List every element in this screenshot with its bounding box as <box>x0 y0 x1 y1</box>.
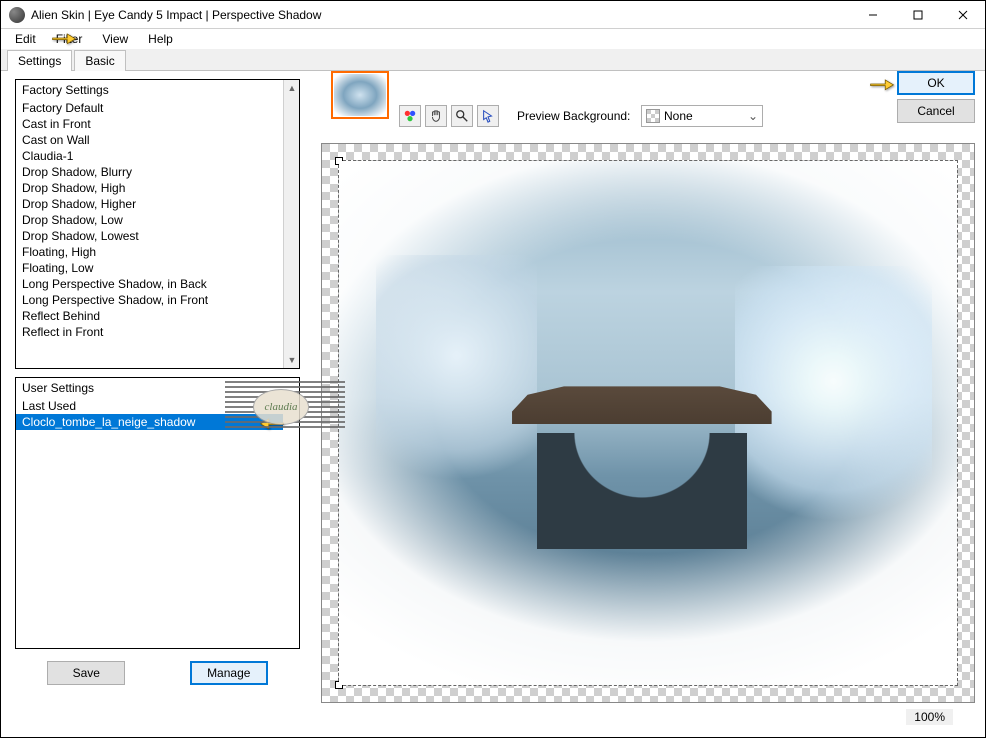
pointer-annotation-icon <box>869 75 895 93</box>
scroll-down-icon[interactable]: ▼ <box>284 352 300 368</box>
settings-pane: Factory Settings Factory Default Cast in… <box>15 79 300 685</box>
preset-buttons: Save Manage <box>15 661 300 685</box>
user-settings-list[interactable]: User Settings Last Used Cloclo_tombe_la_… <box>15 377 300 649</box>
selection-bounds[interactable] <box>338 160 958 686</box>
list-item[interactable]: Long Perspective Shadow, in Back <box>16 276 283 292</box>
app-icon <box>9 7 25 23</box>
decorative-tree-icon <box>376 255 537 507</box>
list-item[interactable]: Floating, High <box>16 244 283 260</box>
close-button[interactable] <box>940 1 985 28</box>
ok-label: OK <box>927 76 944 90</box>
chevron-down-icon: ⌄ <box>744 109 762 123</box>
scroll-up-icon[interactable]: ▲ <box>284 80 300 96</box>
decorative-arch-icon <box>537 433 747 548</box>
maximize-button[interactable] <box>895 1 940 28</box>
preview-canvas[interactable] <box>321 143 975 703</box>
list-item[interactable]: Cast on Wall <box>16 132 283 148</box>
list-item[interactable]: Long Perspective Shadow, in Front <box>16 292 283 308</box>
list-item[interactable]: Cast in Front <box>16 116 283 132</box>
list-item[interactable]: Drop Shadow, Blurry <box>16 164 283 180</box>
transparency-swatch-icon <box>646 109 660 123</box>
preview-background-label: Preview Background: <box>517 109 630 123</box>
preview-image <box>339 161 957 685</box>
selected-preset-label: Cloclo_tombe_la_neige_shadow <box>22 415 195 429</box>
list-item-selected[interactable]: Cloclo_tombe_la_neige_shadow <box>16 414 283 430</box>
cancel-button[interactable]: Cancel <box>897 99 975 123</box>
preview-pane: Preview Background: None ⌄ OK Cancel <box>321 71 975 727</box>
factory-settings-header: Factory Settings <box>16 80 283 100</box>
hand-tool[interactable] <box>425 105 447 127</box>
tab-settings[interactable]: Settings <box>7 50 72 71</box>
list-item[interactable]: Drop Shadow, High <box>16 180 283 196</box>
titlebar: Alien Skin | Eye Candy 5 Impact | Perspe… <box>1 1 985 29</box>
scrollbar[interactable]: ▲ ▼ <box>283 80 299 368</box>
zoom-tool[interactable] <box>451 105 473 127</box>
color-picker-tool[interactable] <box>399 105 421 127</box>
list-item[interactable]: Last Used <box>16 398 283 414</box>
list-item[interactable]: Drop Shadow, Low <box>16 212 283 228</box>
minimize-button[interactable] <box>850 1 895 28</box>
list-item[interactable]: Claudia-1 <box>16 148 283 164</box>
list-item[interactable]: Drop Shadow, Lowest <box>16 228 283 244</box>
tab-basic[interactable]: Basic <box>74 50 125 71</box>
menu-edit[interactable]: Edit <box>7 30 44 48</box>
thumbnail-image <box>334 74 386 116</box>
user-settings-header: User Settings <box>16 378 283 398</box>
tab-row: Settings Basic <box>1 49 985 71</box>
menubar: Edit Filter View Help <box>1 29 985 49</box>
manage-button[interactable]: Manage <box>190 661 268 685</box>
list-item[interactable]: Reflect in Front <box>16 324 283 340</box>
preview-toolbar <box>399 105 499 127</box>
pointer-annotation-icon <box>259 414 285 432</box>
preview-thumbnail[interactable] <box>331 71 389 119</box>
window-title: Alien Skin | Eye Candy 5 Impact | Perspe… <box>31 8 850 22</box>
ok-button[interactable]: OK <box>897 71 975 95</box>
list-item[interactable]: Factory Default <box>16 100 283 116</box>
preview-background-value: None <box>664 109 693 123</box>
preview-background-select[interactable]: None ⌄ <box>641 105 763 127</box>
zoom-level: 100% <box>906 709 953 725</box>
list-item[interactable]: Drop Shadow, Higher <box>16 196 283 212</box>
save-button[interactable]: Save <box>47 661 125 685</box>
list-item[interactable]: Reflect Behind <box>16 308 283 324</box>
menu-view[interactable]: View <box>94 30 136 48</box>
menu-help[interactable]: Help <box>140 30 181 48</box>
menu-filter[interactable]: Filter <box>48 30 91 48</box>
factory-settings-list[interactable]: Factory Settings Factory Default Cast in… <box>15 79 300 369</box>
pointer-tool[interactable] <box>477 105 499 127</box>
list-item[interactable]: Floating, Low <box>16 260 283 276</box>
